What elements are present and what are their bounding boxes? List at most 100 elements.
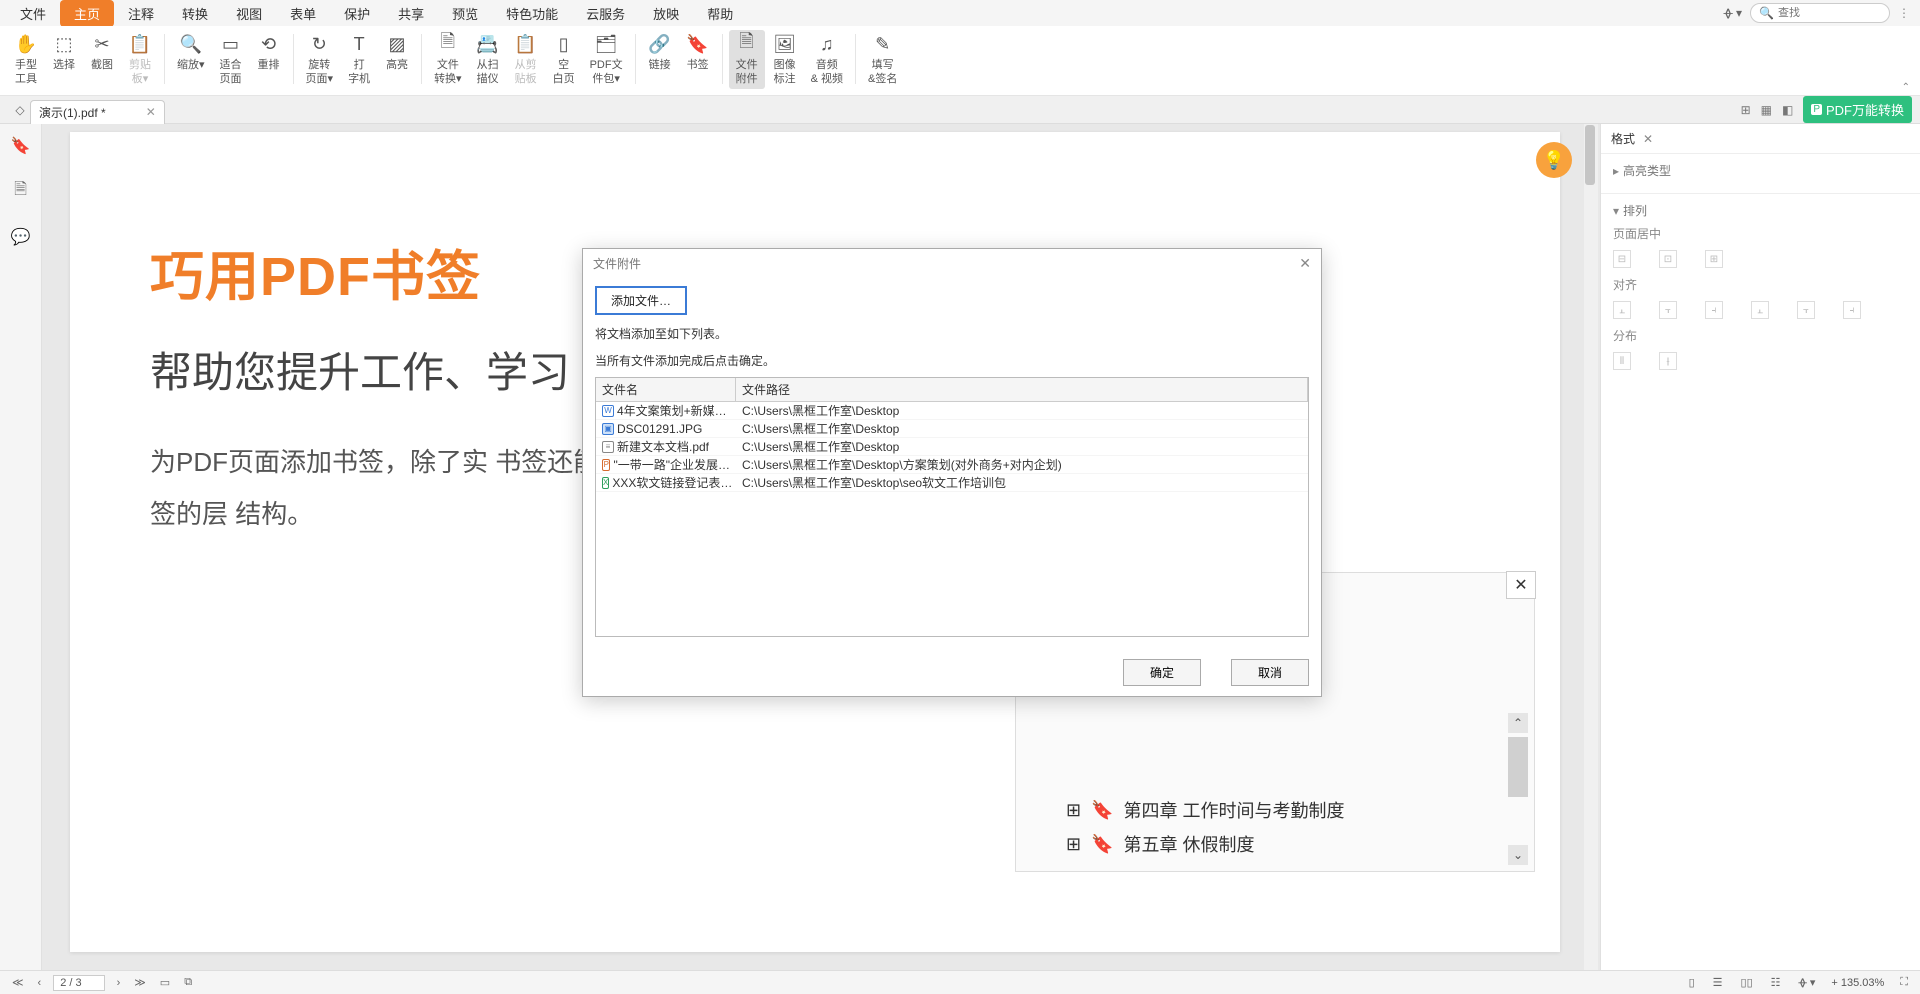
ribbon-音频&视频[interactable]: ♫音频& 视频 — [805, 30, 849, 89]
section-highlight[interactable]: 高亮类型 — [1623, 164, 1671, 178]
comments-panel-icon[interactable]: 💬 — [11, 227, 31, 247]
ribbon-文件附件[interactable]: 🗎文件附件 — [729, 30, 765, 89]
ribbon-旋转页面[interactable]: ↻旋转页面▾ — [300, 30, 340, 89]
ribbon-截图[interactable]: ✂截图 — [84, 30, 120, 74]
menu-protect[interactable]: 保护 — [330, 0, 384, 27]
align-middle-icon[interactable]: ⫟ — [1797, 301, 1815, 319]
align-bottom-icon[interactable]: ⫞ — [1843, 301, 1861, 319]
ribbon-填写&签名[interactable]: ✎填写&签名 — [862, 30, 903, 89]
dialog-close-icon[interactable]: ✕ — [1299, 255, 1311, 272]
collapse-ribbon-icon[interactable]: ⌃ — [1902, 82, 1910, 93]
last-page-icon[interactable]: ≫ — [132, 976, 148, 989]
ribbon-文件转换[interactable]: 🗎文件转换▾ — [428, 30, 468, 89]
more-icon[interactable]: ⋮ — [1898, 6, 1910, 20]
ribbon-缩放[interactable]: 🔍缩放▾ — [171, 30, 211, 74]
page-layout-icon[interactable]: ▭ — [158, 976, 172, 989]
ribbon-icon: ✎ — [871, 32, 895, 56]
menu-form[interactable]: 表单 — [276, 0, 330, 27]
view-double-cont-icon[interactable]: ☷ — [1769, 976, 1783, 989]
center-h-icon[interactable]: ⊟ — [1613, 250, 1631, 268]
ribbon-适合页面[interactable]: ▭适合页面 — [213, 30, 249, 89]
first-page-icon[interactable]: ≪ — [10, 976, 26, 989]
table-row[interactable]: ▣DSC01291.JPGC:\Users\黑框工作室\Desktop — [596, 420, 1308, 438]
ribbon-label: 缩放▾ — [177, 58, 205, 72]
ribbon-label: 音频& 视频 — [811, 58, 843, 87]
table-row[interactable]: W4年文案策划+新媒…C:\Users\黑框工作室\Desktop — [596, 402, 1308, 420]
align-center-icon[interactable]: ⫟ — [1659, 301, 1677, 319]
edit-mode-icon[interactable]: ◇ — [10, 103, 30, 117]
col-header-name[interactable]: 文件名 — [596, 378, 736, 401]
ribbon-高亮[interactable]: ▨高亮 — [379, 30, 415, 74]
col-header-path[interactable]: 文件路径 — [736, 378, 1308, 401]
menu-file[interactable]: 文件 — [6, 0, 60, 27]
grid-view-icon[interactable]: ⊞ — [1741, 103, 1751, 117]
distribute-v-icon[interactable]: ⫲ — [1659, 352, 1677, 370]
menu-feature[interactable]: 特色功能 — [492, 0, 572, 27]
view-cont-icon[interactable]: ☰ — [1711, 976, 1725, 989]
reading-layout-icon[interactable]: ᚖ ▾ — [1797, 976, 1818, 989]
panel-close-icon[interactable]: ✕ — [1506, 571, 1536, 599]
hint-bubble-icon[interactable]: 💡 — [1536, 142, 1572, 178]
vertical-scrollbar[interactable] — [1584, 124, 1598, 970]
ribbon-从剪贴板: 📋从剪贴板 — [508, 30, 544, 89]
ribbon-选择[interactable]: ⬚选择 — [46, 30, 82, 74]
ribbon-空白页[interactable]: ▯空白页 — [546, 30, 582, 89]
ribbon-从扫描仪[interactable]: 📇从扫描仪 — [470, 30, 506, 89]
panel-scroll-down-icon[interactable]: ⌄ — [1508, 845, 1528, 865]
ribbon-手型工具[interactable]: ✋手型工具 — [8, 30, 44, 89]
center-both-icon[interactable]: ⊞ — [1705, 250, 1723, 268]
ribbon-icon: T — [347, 32, 371, 56]
ribbon-重排[interactable]: ⟲重排 — [251, 30, 287, 74]
ribbon-图像标注[interactable]: 🖼图像标注 — [767, 30, 803, 89]
align-top-icon[interactable]: ⫠ — [1751, 301, 1769, 319]
ribbon-书签[interactable]: 🔖书签 — [680, 30, 716, 74]
page-indicator[interactable]: 2 / 3 — [53, 975, 104, 991]
search-box[interactable]: 🔍 — [1750, 3, 1890, 23]
next-page-icon[interactable]: › — [115, 977, 123, 989]
section-arrange[interactable]: 排列 — [1623, 204, 1647, 218]
panel-view-icon[interactable]: ◧ — [1782, 103, 1793, 117]
center-v-icon[interactable]: ⊡ — [1659, 250, 1677, 268]
ribbon-PDF文件包[interactable]: 🗂PDF文件包▾ — [584, 30, 629, 89]
distribute-h-icon[interactable]: ⫴ — [1613, 352, 1631, 370]
menu-home[interactable]: 主页 — [60, 0, 114, 27]
ribbon-icon: 📇 — [476, 32, 500, 56]
format-panel-tab[interactable]: 格式 — [1611, 130, 1635, 147]
close-tab-icon[interactable]: ✕ — [146, 105, 156, 119]
menu-convert[interactable]: 转换 — [168, 0, 222, 27]
view-single-icon[interactable]: ▯ — [1687, 976, 1697, 989]
pages-panel-icon[interactable]: 🗎 — [14, 178, 27, 205]
panel-scrollbar[interactable] — [1508, 737, 1528, 797]
search-input[interactable] — [1778, 7, 1878, 19]
format-panel-close-icon[interactable]: ✕ — [1643, 132, 1653, 146]
menu-view[interactable]: 视图 — [222, 0, 276, 27]
zoom-label[interactable]: + 135.03% — [1831, 977, 1884, 989]
table-row[interactable]: ≡新建文本文档.pdfC:\Users\黑框工作室\Desktop — [596, 438, 1308, 456]
bookmark-panel-icon[interactable]: 🔖 — [11, 136, 31, 156]
view-double-icon[interactable]: ▯▯ — [1739, 976, 1755, 989]
ribbon-链接[interactable]: 🔗链接 — [642, 30, 678, 74]
menu-help[interactable]: 帮助 — [693, 0, 747, 27]
ribbon-打字机[interactable]: T打字机 — [341, 30, 377, 89]
table-row[interactable]: XXXX软文链接登记表…C:\Users\黑框工作室\Desktop\seo软文… — [596, 474, 1308, 492]
cancel-button[interactable]: 取消 — [1231, 659, 1309, 686]
menu-comment[interactable]: 注释 — [114, 0, 168, 27]
ok-button[interactable]: 确定 — [1123, 659, 1201, 686]
add-file-button[interactable]: 添加文件… — [595, 286, 687, 315]
file-path: C:\Users\黑框工作室\Desktop — [736, 437, 1308, 456]
layout-toggle-icon[interactable]: ᚖ ▾ — [1724, 6, 1742, 20]
align-right-icon[interactable]: ⫞ — [1705, 301, 1723, 319]
panel-scroll-up-icon[interactable]: ⌃ — [1508, 713, 1528, 733]
table-row[interactable]: P"一带一路"企业发展…C:\Users\黑框工作室\Desktop\方案策划(… — [596, 456, 1308, 474]
menu-share[interactable]: 共享 — [384, 0, 438, 27]
prev-page-icon[interactable]: ‹ — [36, 977, 44, 989]
fullscreen-icon[interactable]: ⛶ — [1898, 976, 1910, 989]
align-left-icon[interactable]: ⫠ — [1613, 301, 1631, 319]
page-copy-icon[interactable]: ⧉ — [182, 976, 194, 989]
menu-play[interactable]: 放映 — [639, 0, 693, 27]
thumb-view-icon[interactable]: ▦ — [1761, 103, 1772, 117]
menu-preview[interactable]: 预览 — [438, 0, 492, 27]
menu-cloud[interactable]: 云服务 — [572, 0, 639, 27]
pdf-convert-button[interactable]: P PDF万能转换 — [1803, 96, 1912, 123]
document-tab[interactable]: 演示(1).pdf * ✕ — [30, 100, 165, 124]
